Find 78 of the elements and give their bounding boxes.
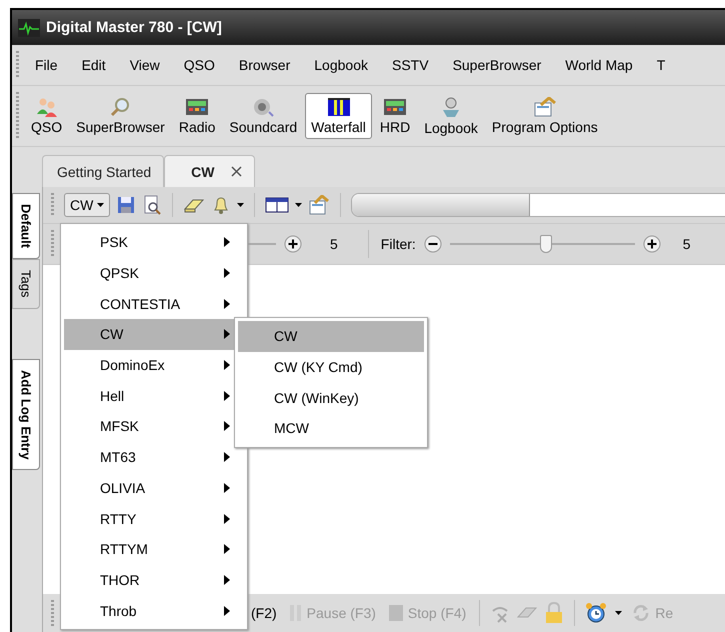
menu-item[interactable]: CW [238, 321, 424, 352]
waterfall-icon [326, 97, 350, 117]
menu-item[interactable]: CONTESTIA [64, 288, 244, 320]
toolbar-button[interactable]: Program Options [486, 93, 604, 139]
minus-icon[interactable] [424, 235, 442, 253]
menu-item[interactable]: SuperBrowser [440, 57, 554, 73]
options-icon [532, 97, 557, 117]
submenu-arrow-icon [224, 544, 230, 554]
menu-item[interactable]: MCW [238, 413, 424, 444]
menu-item[interactable]: Throb [64, 595, 244, 626]
menu-item[interactable]: File [23, 57, 70, 73]
toolbar-button[interactable]: HRD [374, 93, 416, 139]
menu-item[interactable]: View [118, 57, 172, 73]
stop-icon [388, 604, 404, 622]
menu-item[interactable]: RTTY [64, 503, 244, 534]
menu-item[interactable]: CW (KY Cmd) [238, 352, 424, 382]
submenu-arrow-icon [224, 329, 230, 340]
side-tab[interactable]: Default [12, 193, 40, 260]
menu-item[interactable]: QSO [172, 57, 227, 73]
menu-item[interactable]: MT63 [64, 442, 244, 472]
menu-item[interactable]: Browser [226, 57, 302, 73]
radio-icon [185, 97, 210, 117]
submenu-arrow-icon [224, 421, 230, 432]
speaker-icon [252, 97, 274, 117]
menu-item[interactable]: Edit [70, 57, 118, 73]
submenu-arrow-icon [224, 360, 230, 370]
menu-item[interactable]: OLIVIA [64, 472, 244, 504]
caret-icon[interactable] [237, 203, 244, 207]
submenu-arrow-icon [224, 237, 230, 248]
close-icon[interactable] [230, 166, 242, 177]
filter-value: 5 [682, 236, 691, 252]
layout-icon[interactable] [265, 196, 290, 214]
plus-icon[interactable] [642, 235, 661, 253]
toolbar-button[interactable]: QSO [25, 93, 68, 139]
save-icon[interactable] [116, 195, 136, 215]
side-tab[interactable]: Tags [12, 259, 40, 309]
filter-label: Filter: [380, 236, 416, 252]
menu-item[interactable]: RTTYM [64, 534, 244, 565]
mode-dropdown[interactable]: CW [64, 193, 110, 217]
toolbar-button[interactable]: Waterfall [305, 93, 372, 139]
menu-item[interactable]: THOR [64, 564, 244, 596]
menu-item[interactable]: Logbook [302, 57, 380, 73]
menu-item[interactable]: PSK [64, 227, 244, 258]
submenu-arrow-icon [224, 574, 230, 585]
side-tab[interactable]: Add Log Entry [12, 358, 40, 470]
submenu-arrow-icon [224, 268, 230, 278]
toolbar-button[interactable]: SuperBrowser [70, 93, 171, 139]
caret-icon[interactable] [295, 203, 302, 207]
submenu-arrow-icon [224, 390, 230, 401]
plus-icon[interactable] [284, 235, 302, 253]
slider-thumb[interactable] [540, 235, 552, 253]
submenu-arrow-icon [224, 298, 230, 309]
window-title: Digital Master 780 - [CW] [46, 19, 222, 36]
toolbar-button[interactable]: Soundcard [223, 93, 304, 139]
tab[interactable]: CW [164, 155, 254, 187]
menu-item[interactable]: World Map [553, 57, 645, 73]
toolbar-button[interactable]: (F2) [248, 603, 280, 623]
menu-item[interactable]: CW (WinKey) [238, 382, 424, 414]
level-value: 5 [330, 236, 338, 252]
app-icon [18, 18, 40, 36]
refresh-icon [631, 603, 652, 623]
submenu-arrow-icon [224, 606, 230, 616]
tab[interactable]: Getting Started [42, 155, 164, 187]
menu-item[interactable]: SSTV [380, 57, 441, 73]
menu-item[interactable]: QPSK [64, 258, 244, 288]
caret-icon[interactable] [615, 611, 622, 615]
options-icon[interactable] [308, 195, 330, 215]
submenu-arrow-icon [224, 452, 230, 462]
submenu-arrow-icon [224, 514, 230, 524]
preview-icon[interactable] [142, 195, 162, 215]
submenu-arrow-icon [224, 482, 230, 493]
magnifier-icon [109, 97, 132, 117]
toolbar-button[interactable]: Logbook [418, 92, 484, 140]
caret-icon [97, 203, 104, 207]
menu-item[interactable]: T [644, 57, 678, 73]
toolbar-button[interactable]: Radio [172, 93, 222, 139]
radio-icon [383, 97, 408, 117]
people-icon [36, 97, 58, 117]
